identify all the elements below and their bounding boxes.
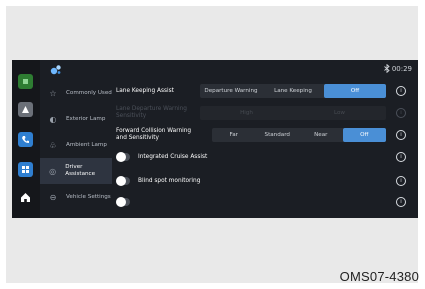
- phone-icon[interactable]: [18, 132, 33, 147]
- info-icon[interactable]: i: [396, 86, 406, 96]
- menu-item-label: Driver Assistance: [65, 164, 96, 177]
- info-icon[interactable]: i: [396, 130, 406, 140]
- option-near[interactable]: Near: [299, 128, 343, 142]
- ambient-lamp-icon: ♧: [49, 140, 57, 150]
- toggle-knob: [116, 197, 126, 207]
- info-icon: i: [396, 108, 406, 118]
- toggle-knob: [116, 176, 126, 186]
- setting-row-lane-keeping: Lane Keeping Assist Departure Warning La…: [112, 80, 418, 102]
- setting-row-integrated-cruise: Integrated Cruise Assist i: [112, 146, 418, 168]
- option-off[interactable]: Off: [342, 128, 386, 142]
- option-lane-keeping[interactable]: Lane Keeping: [262, 84, 324, 98]
- lane-keeping-label: Lane Keeping Assist: [116, 87, 174, 94]
- figure-code: OMS07-4380: [339, 269, 419, 284]
- option-departure-warning[interactable]: Departure Warning: [200, 84, 262, 98]
- app-logo-icon: [50, 65, 61, 75]
- settings-category-menu: ☆ Commonly Used ◐ Exterior Lamp ♧ Ambien…: [40, 80, 112, 218]
- bluetooth-icon: [384, 63, 390, 75]
- blind-spot-toggle[interactable]: [116, 176, 130, 186]
- lane-keeping-selector: Departure Warning Lane Keeping Off: [200, 84, 386, 98]
- clock-time: 00:29: [391, 65, 412, 73]
- setting-row-blind-spot: Blind spot monitoring i: [112, 170, 418, 192]
- option-far[interactable]: Far: [212, 128, 256, 142]
- menu-item-label: Vehicle Settings: [66, 193, 111, 200]
- toggle-knob: [116, 152, 126, 162]
- app-dock: [12, 60, 40, 218]
- option-high: High: [240, 110, 253, 116]
- lane-departure-sensitivity-label: Lane Departure Warning Sensitivity: [116, 106, 187, 119]
- grid-icon[interactable]: [18, 162, 33, 177]
- menu-item-driver-assistance[interactable]: ◎ Driver Assistance: [40, 158, 112, 184]
- info-icon[interactable]: i: [396, 176, 406, 186]
- navigation-icon[interactable]: [18, 102, 33, 117]
- info-icon[interactable]: i: [396, 197, 406, 207]
- info-icon[interactable]: i: [396, 152, 406, 162]
- setting-row-lane-departure-sensitivity: Lane Departure Warning Sensitivity High …: [112, 102, 418, 124]
- infotainment-screen: 00:29 ☆ Commonly Used ◐ Exterior Lamp ♧ …: [12, 60, 418, 218]
- menu-item-label: Commonly Used: [66, 89, 112, 96]
- forward-collision-label: Forward Collision Warning and Sensitivit…: [116, 128, 192, 141]
- driver-assistance-settings: Lane Keeping Assist Departure Warning La…: [112, 80, 418, 218]
- menu-item-exterior-lamp[interactable]: ◐ Exterior Lamp: [40, 106, 112, 132]
- star-icon: ☆: [49, 88, 57, 98]
- menu-item-label: Exterior Lamp: [66, 115, 106, 122]
- menu-item-commonly-used[interactable]: ☆ Commonly Used: [40, 80, 112, 106]
- setting-row-forward-collision: Forward Collision Warning and Sensitivit…: [112, 124, 418, 146]
- driver-assistance-icon: ◎: [49, 166, 57, 176]
- blind-spot-label: Blind spot monitoring: [138, 178, 201, 184]
- integrated-cruise-toggle[interactable]: [116, 152, 130, 162]
- menu-item-ambient-lamp[interactable]: ♧ Ambient Lamp: [40, 132, 112, 158]
- app-icon[interactable]: [18, 74, 33, 89]
- menu-item-label: Ambient Lamp: [66, 141, 107, 148]
- integrated-cruise-label: Integrated Cruise Assist: [138, 154, 208, 160]
- home-icon[interactable]: [18, 190, 33, 205]
- top-bar: 00:29: [40, 60, 418, 80]
- exterior-lamp-icon: ◐: [49, 114, 57, 124]
- menu-item-vehicle-settings[interactable]: ⊖ Vehicle Settings: [40, 184, 112, 210]
- forward-collision-selector: Far Standard Near Off: [212, 128, 386, 142]
- partial-toggle[interactable]: [116, 197, 130, 207]
- lane-departure-sensitivity-selector: High Low: [200, 106, 386, 120]
- option-low: Low: [333, 110, 345, 116]
- option-standard[interactable]: Standard: [256, 128, 300, 142]
- option-off[interactable]: Off: [324, 84, 386, 98]
- setting-row-partial: i: [112, 194, 418, 216]
- vehicle-icon: ⊖: [49, 192, 57, 202]
